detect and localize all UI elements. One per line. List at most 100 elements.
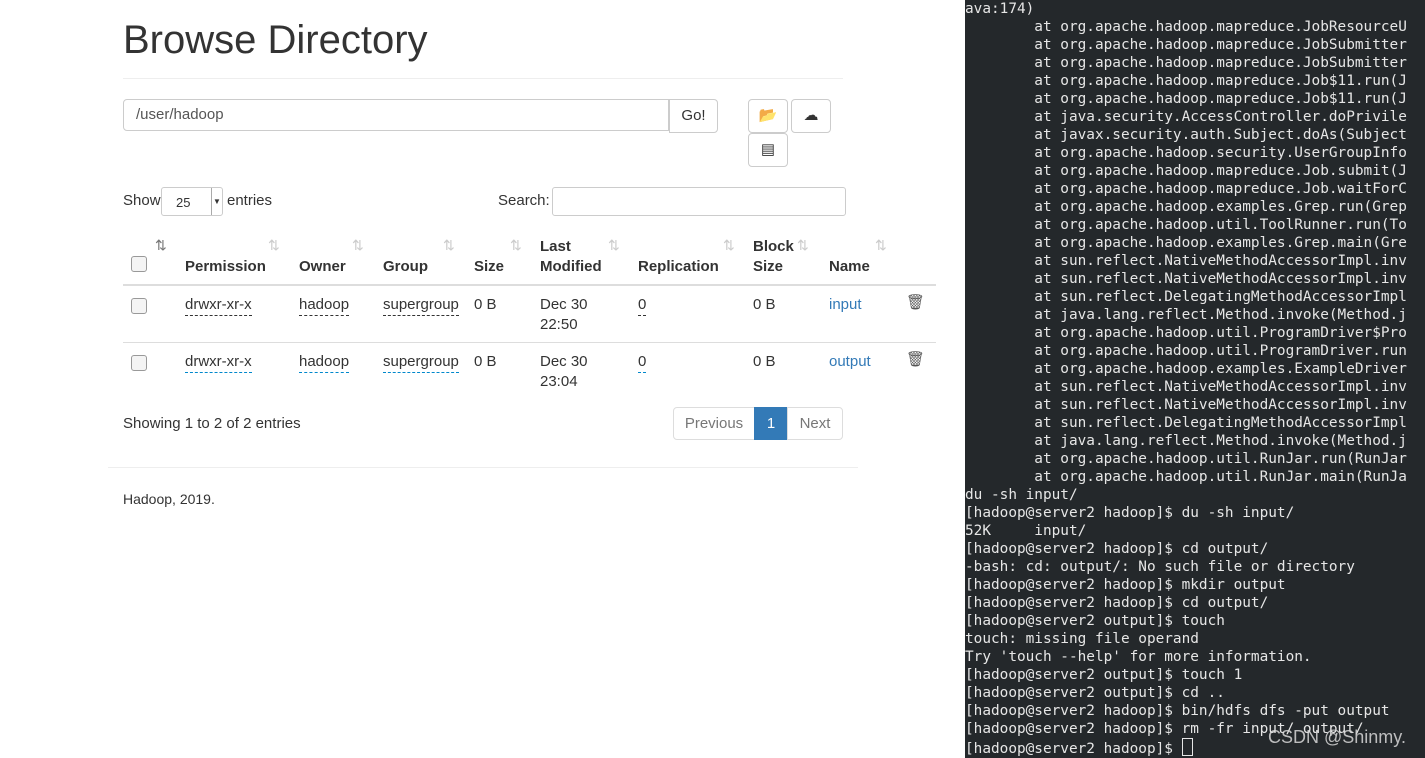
chevron-down-icon: ▼: [211, 188, 222, 215]
header-block-size[interactable]: Size: [753, 257, 783, 277]
group-cell[interactable]: supergroup: [383, 352, 459, 373]
go-button[interactable]: Go!: [669, 99, 718, 133]
trash-icon[interactable]: 🗑: [906, 293, 925, 313]
footer-text: Hadoop, 2019.: [123, 491, 215, 507]
owner-cell[interactable]: hadoop: [299, 295, 350, 316]
terminal[interactable]: ava:174) at org.apache.hadoop.mapreduce.…: [965, 0, 1425, 758]
header-last[interactable]: Last: [540, 237, 571, 257]
terminal-line: at org.apache.hadoop.util.ProgramDriver.…: [965, 343, 1407, 359]
date-cell: Dec 30: [540, 353, 588, 370]
sort-icon[interactable]: ⇅: [510, 237, 522, 254]
time-cell: 22:50: [540, 316, 578, 333]
block-size-cell: 0 B: [753, 296, 776, 313]
name-link[interactable]: input: [829, 295, 862, 315]
hdfs-browser: Browse Directory /user/hadoop Go! 📂 ☁ ▤ …: [0, 0, 960, 758]
terminal-line: at sun.reflect.DelegatingMethodAccessorI…: [965, 289, 1407, 305]
permission-cell[interactable]: drwxr-xr-x: [185, 352, 252, 373]
permission-cell[interactable]: drwxr-xr-x: [185, 295, 252, 316]
header-divider: [123, 284, 936, 286]
size-cell: 0 B: [474, 296, 497, 313]
header-replication[interactable]: Replication: [638, 257, 719, 277]
select-all-checkbox[interactable]: [131, 256, 147, 272]
trash-icon[interactable]: 🗑: [906, 350, 925, 370]
terminal-line: [hadoop@server2 hadoop]$ bin/hdfs dfs -p…: [965, 703, 1390, 719]
size-cell: 0 B: [474, 353, 497, 370]
sort-icon[interactable]: ⇅: [352, 237, 364, 254]
footer-divider: [108, 467, 858, 468]
group-cell[interactable]: supergroup: [383, 295, 459, 316]
next-button[interactable]: Next: [787, 407, 843, 440]
terminal-line: [hadoop@server2 output]$ cd ..: [965, 685, 1225, 701]
header-permission[interactable]: Permission: [185, 257, 266, 277]
terminal-line: 52K input/: [965, 523, 1087, 539]
sort-icon[interactable]: ⇅: [723, 237, 735, 254]
terminal-line: Try 'touch --help' for more information.: [965, 649, 1312, 665]
owner-cell[interactable]: hadoop: [299, 352, 350, 373]
create-directory-button[interactable]: 📂: [748, 99, 788, 133]
table-info: Showing 1 to 2 of 2 entries: [123, 415, 301, 432]
terminal-line: du -sh input/: [965, 487, 1078, 503]
page-1-button[interactable]: 1: [754, 407, 788, 440]
terminal-line: at java.security.AccessController.doPriv…: [965, 109, 1407, 125]
terminal-line: at org.apache.hadoop.examples.Grep.main(…: [965, 235, 1407, 251]
sort-icon[interactable]: ⇅: [608, 237, 620, 254]
list-icon: ▤: [760, 141, 776, 158]
path-input[interactable]: /user/hadoop: [123, 99, 669, 131]
search-input[interactable]: [552, 187, 846, 216]
terminal-line: [hadoop@server2 hadoop]$ cd output/: [965, 595, 1269, 611]
previous-button[interactable]: Previous: [673, 407, 755, 440]
terminal-line: at sun.reflect.NativeMethodAccessorImpl.…: [965, 379, 1407, 395]
terminal-line: at org.apache.hadoop.util.RunJar.main(Ru…: [965, 469, 1407, 485]
cut-paste-button[interactable]: ▤: [748, 133, 788, 167]
replication-cell[interactable]: 0: [638, 295, 647, 316]
header-size[interactable]: Size: [474, 257, 504, 277]
terminal-line: at org.apache.hadoop.mapreduce.JobResour…: [965, 19, 1407, 35]
header-owner[interactable]: Owner: [299, 257, 346, 277]
terminal-line: [hadoop@server2 output]$ touch: [965, 613, 1225, 629]
name-link[interactable]: output: [829, 352, 871, 372]
date-cell: Dec 30: [540, 296, 588, 313]
header-group[interactable]: Group: [383, 257, 428, 277]
sort-icon[interactable]: ⇅: [797, 237, 809, 254]
terminal-line: at org.apache.hadoop.util.RunJar.run(Run…: [965, 451, 1407, 467]
upload-icon: ☁: [803, 107, 819, 124]
terminal-line: [hadoop@server2 hadoop]$ mkdir output: [965, 577, 1286, 593]
terminal-line: at sun.reflect.NativeMethodAccessorImpl.…: [965, 397, 1407, 413]
sort-icon[interactable]: ⇅: [443, 237, 455, 254]
header-name[interactable]: Name: [829, 257, 870, 277]
terminal-line: at javax.security.auth.Subject.doAs(Subj…: [965, 127, 1407, 143]
terminal-line: at sun.reflect.NativeMethodAccessorImpl.…: [965, 271, 1407, 287]
entries-value: 25: [176, 195, 191, 210]
upload-button[interactable]: ☁: [791, 99, 831, 133]
sort-asc-icon[interactable]: ⇅: [155, 237, 167, 254]
entries-select[interactable]: 25 ▼: [161, 187, 223, 216]
terminal-line: at org.apache.hadoop.mapreduce.JobSubmit…: [965, 37, 1407, 53]
terminal-line: at org.apache.hadoop.mapreduce.Job.submi…: [965, 163, 1407, 179]
row-checkbox[interactable]: [131, 355, 147, 371]
terminal-line: at org.apache.hadoop.mapreduce.JobSubmit…: [965, 55, 1407, 71]
watermark: CSDN @Shinmy.: [1268, 727, 1406, 747]
entries-label: entries: [227, 192, 273, 209]
time-cell: 23:04: [540, 373, 578, 390]
terminal-line: at sun.reflect.DelegatingMethodAccessorI…: [965, 415, 1407, 431]
folder-open-icon: 📂: [758, 107, 778, 124]
terminal-line: at java.lang.reflect.Method.invoke(Metho…: [965, 433, 1407, 449]
terminal-line: at sun.reflect.NativeMethodAccessorImpl.…: [965, 253, 1407, 269]
terminal-line: [hadoop@server2 hadoop]$ du -sh input/: [965, 505, 1295, 521]
block-size-cell: 0 B: [753, 353, 776, 370]
header-block[interactable]: Block: [753, 237, 794, 257]
terminal-line: -bash: cd: output/: No such file or dire…: [965, 559, 1355, 575]
row-divider: [123, 342, 936, 343]
sort-icon[interactable]: ⇅: [875, 237, 887, 254]
terminal-line: at org.apache.hadoop.util.ProgramDriver$…: [965, 325, 1407, 341]
terminal-line: at org.apache.hadoop.security.UserGroupI…: [965, 145, 1407, 161]
header-modified[interactable]: Modified: [540, 257, 602, 277]
search-label: Search:: [498, 192, 550, 209]
row-checkbox[interactable]: [131, 298, 147, 314]
terminal-line: ava:174): [965, 1, 1035, 17]
replication-cell[interactable]: 0: [638, 352, 647, 373]
sort-icon[interactable]: ⇅: [268, 237, 280, 254]
terminal-line: [hadoop@server2 output]$ touch 1: [965, 667, 1243, 683]
terminal-line: at org.apache.hadoop.mapreduce.Job$11.ru…: [965, 91, 1407, 107]
terminal-line: at java.lang.reflect.Method.invoke(Metho…: [965, 307, 1407, 323]
